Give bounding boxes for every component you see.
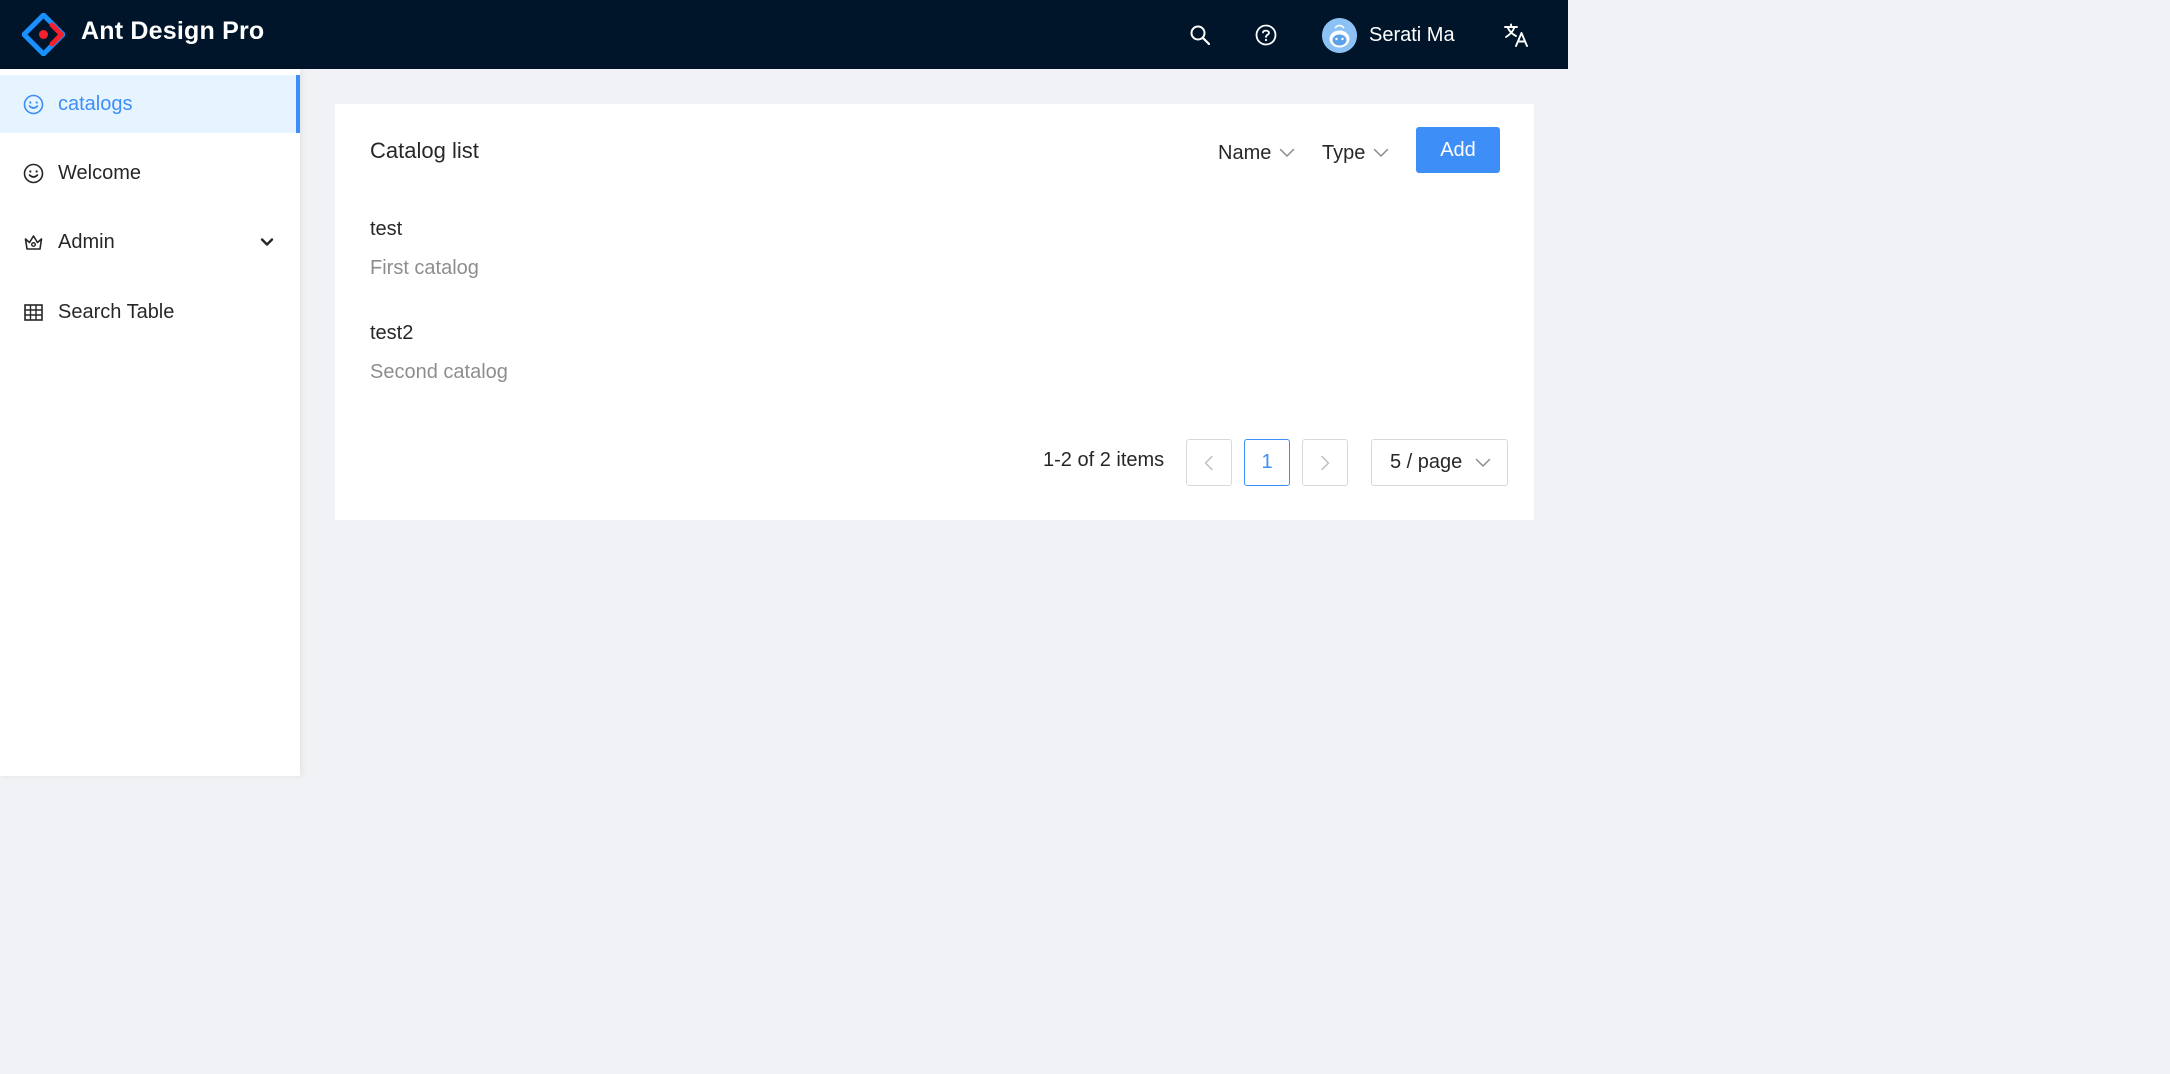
user-name: Serati Ma [1369,23,1455,46]
crown-icon [22,231,44,253]
ant-design-logo[interactable] [22,13,65,56]
chevron-down-icon [1475,458,1491,467]
pagination-total: 1-2 of 2 items [1043,449,1165,471]
page-size-value: 5 / page [1390,451,1463,473]
pagination-next-button[interactable] [1302,439,1348,486]
chevron-down-icon[interactable] [258,233,276,251]
list-item-title[interactable]: test [370,218,479,241]
chevron-down-icon [1280,148,1295,157]
chevron-left-icon [1204,455,1213,470]
card-title: Catalog list [370,138,479,163]
page-size-select[interactable]: 5 / page [1371,439,1508,486]
sidebar-item-search-table[interactable]: Search Table [0,283,300,341]
pagination-prev-button[interactable] [1186,439,1232,486]
pagination-page-1[interactable]: 1 [1244,439,1290,486]
list-item[interactable]: test First catalog [370,218,479,280]
translate-icon[interactable] [1502,21,1530,49]
search-icon[interactable] [1187,22,1213,48]
smile-icon [22,162,44,184]
catalog-list-card: Catalog list Name Type Add test First ca… [335,104,1534,520]
app-title[interactable]: Ant Design Pro [81,17,264,46]
list-item-title[interactable]: test2 [370,322,508,345]
list-item[interactable]: test2 Second catalog [370,322,508,384]
add-button[interactable]: Add [1416,127,1500,173]
name-filter-dropdown[interactable]: Name [1218,138,1295,168]
chevron-down-icon [1374,148,1389,157]
sidebar-item-label: Search Table [58,300,175,323]
sidebar-item-catalogs[interactable]: catalogs [0,75,300,133]
user-menu[interactable]: Serati Ma [1322,17,1455,53]
sidebar-item-label: catalogs [58,92,133,115]
table-icon [22,301,44,323]
top-header: Ant Design Pro Serati Ma [0,0,1568,69]
sidebar-item-welcome[interactable]: Welcome [0,144,300,202]
sidebar-item-admin[interactable]: Admin [0,213,300,271]
avatar [1322,17,1357,53]
smile-icon [22,93,44,115]
type-filter-dropdown[interactable]: Type [1322,138,1389,168]
chevron-right-icon [1321,455,1330,470]
sidebar-item-label: Admin [58,230,115,253]
type-filter-label: Type [1322,141,1366,164]
list-item-description: Second catalog [370,361,508,383]
list-item-description: First catalog [370,257,479,279]
sidebar: catalogs Welcome Admin Search Table [0,69,300,776]
question-circle-icon[interactable] [1253,22,1279,48]
name-filter-label: Name [1218,141,1272,164]
sidebar-item-label: Welcome [58,161,141,184]
